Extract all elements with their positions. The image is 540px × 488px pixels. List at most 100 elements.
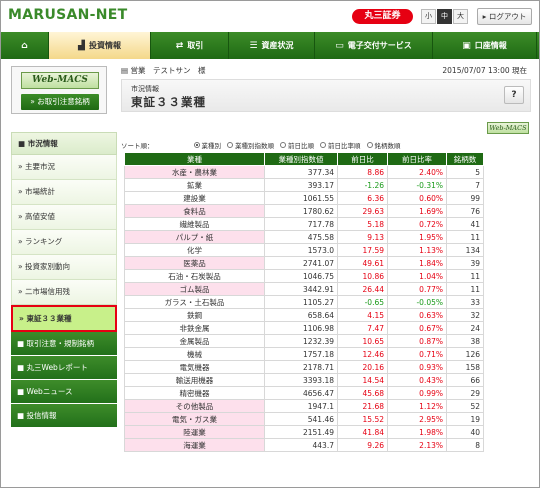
web-macs-small-logo[interactable]: Web-MACS (487, 122, 529, 134)
sidebar-group-3[interactable]: ■ 投信情報 (11, 404, 117, 428)
change-pct-cell: 1.12% (387, 399, 447, 413)
sort-option-3[interactable]: 前日比率順 (320, 140, 361, 150)
radio-icon[interactable] (193, 142, 200, 148)
sector-name-cell[interactable]: 精密機器 (124, 386, 265, 400)
nav-tab-4[interactable]: ▭ 電子交付サービス (315, 32, 433, 59)
radio-icon[interactable] (280, 142, 286, 148)
change-cell: 7.47 (337, 321, 388, 335)
change-pct-cell: 1.04% (387, 269, 447, 283)
account-icon: ▣ (462, 40, 471, 51)
index-cell: 2178.71 (264, 360, 338, 374)
nav-tab-1[interactable]: ▟ 投資情報 (49, 32, 151, 59)
table-header-row: 業種 業種別指数値 前日比 前日比率 銘柄数 (124, 152, 484, 166)
sidebar-group-1[interactable]: ■ 丸三Webレポート (11, 356, 117, 380)
radio-icon[interactable] (227, 142, 233, 148)
sector-name-cell[interactable]: ゴム製品 (124, 282, 265, 296)
nav-tab-2[interactable]: ⇄ 取引 (151, 32, 229, 59)
change-pct-cell: 1.98% (387, 425, 447, 439)
sidebar-section-market[interactable]: ■ 市況情報 (11, 132, 117, 155)
change-cell: 8.86 (337, 165, 388, 179)
sidebar-item-3[interactable]: » ランキング (11, 230, 117, 255)
table-row: パルプ・紙 475.58 9.13 1.95% 11 (124, 230, 484, 244)
column-header[interactable]: 前日比 (337, 152, 388, 166)
logout-button[interactable]: ▸ ログアウト (477, 8, 532, 25)
sidebar-item-2[interactable]: » 高値安値 (11, 205, 117, 230)
sector-name-cell[interactable]: 陸運業 (124, 425, 265, 439)
sector-name-cell[interactable]: 電気機器 (124, 360, 265, 374)
table-row: 非鉄金属 1106.98 7.47 0.67% 24 (124, 321, 484, 335)
sector-name-cell[interactable]: 石油・石炭製品 (124, 269, 265, 283)
sector-name-cell[interactable]: 医薬品 (124, 256, 265, 270)
count-cell: 11 (446, 230, 484, 244)
sidebar-item-4[interactable]: » 投資家別動向 (11, 255, 117, 280)
change-pct-cell: 0.60% (387, 191, 447, 205)
sector-name-cell[interactable]: 鉱業 (124, 178, 265, 192)
count-cell: 11 (446, 282, 484, 296)
count-cell: 7 (446, 178, 484, 192)
nav-tab-0[interactable]: ⌂ (1, 32, 49, 59)
change-pct-cell: -0.31% (387, 178, 447, 192)
column-header[interactable]: 銘柄数 (446, 152, 484, 166)
sector-name-cell[interactable]: 輸送用機器 (124, 373, 265, 387)
sector-name-cell[interactable]: 海運業 (124, 438, 265, 452)
column-header[interactable]: 前日比率 (387, 152, 447, 166)
sort-option-2[interactable]: 前日比順 (280, 140, 314, 150)
sector-name-cell[interactable]: 食料品 (124, 204, 265, 218)
column-header[interactable]: 業種別指数値 (264, 152, 338, 166)
index-cell: 2151.49 (264, 425, 338, 439)
sector-name-cell[interactable]: 金属製品 (124, 334, 265, 348)
sidebar-item-1[interactable]: » 市場統計 (11, 180, 117, 205)
nav-tab-3[interactable]: ☰ 資産状況 (229, 32, 315, 59)
side-menu: ■ 市況情報 » 主要市況» 市場統計» 高値安値» ランキング» 投資家別動向… (11, 132, 117, 428)
font-size-large-button[interactable]: 大 (453, 9, 468, 24)
change-cell: 4.15 (337, 308, 388, 322)
sector-name-cell[interactable]: 水産・農林業 (124, 165, 265, 179)
sort-option-label: 前日比順 (288, 142, 314, 150)
sector-name-cell[interactable]: パルプ・紙 (124, 230, 265, 244)
font-size-medium-button[interactable]: 中 (437, 9, 452, 24)
sector-name-cell[interactable]: 化学 (124, 243, 265, 257)
change-pct-cell: 0.63% (387, 308, 447, 322)
sort-option-4[interactable]: 銘柄数順 (366, 140, 401, 150)
radio-icon[interactable] (320, 142, 326, 148)
index-cell: 1046.75 (264, 269, 338, 283)
index-cell: 475.58 (264, 230, 338, 244)
table-row: ゴム製品 3442.91 26.44 0.77% 11 (124, 282, 484, 296)
web-macs-logo[interactable]: Web-MACS (21, 72, 99, 89)
user-icon: ▤ (121, 66, 129, 75)
main-nav: ⌂ ▟ 投資情報 ⇄ 取引 ☰ 資産状況 ▭ 電子交付サービス ▣ 口座情報 (1, 32, 539, 59)
sector-name-cell[interactable]: 繊維製品 (124, 217, 265, 231)
sidebar-group-2[interactable]: ■ Webニュース (11, 380, 117, 404)
table-row: 海運業 443.7 9.26 2.13% 8 (124, 438, 484, 452)
nav-tab-label: 電子交付サービス (347, 41, 412, 50)
caution-stocks-button[interactable]: » お取引注意銘柄 (21, 94, 99, 110)
change-cell: 5.18 (337, 217, 388, 231)
nav-tab-5[interactable]: ▣ 口座情報 (433, 32, 537, 59)
count-cell: 5 (446, 165, 484, 179)
chart-icon: ▟ (78, 40, 85, 51)
sector-name-cell[interactable]: ガラス・土石製品 (124, 295, 265, 309)
sector-name-cell[interactable]: その他製品 (124, 399, 265, 413)
sidebar-item-5[interactable]: » 二市場信用残 (11, 280, 117, 305)
table-body: 水産・農林業 377.34 8.86 2.40% 5 鉱業 393.17 -1.26 -0.31… (124, 165, 484, 452)
sector-name-cell[interactable]: 非鉄金属 (124, 321, 265, 335)
sort-option-0[interactable]: 業種別 (193, 140, 221, 150)
sector-name-cell[interactable]: 機械 (124, 347, 265, 361)
sidebar-item-tse33[interactable]: » 東証３３業種 (11, 305, 117, 332)
change-pct-cell: 0.87% (387, 334, 447, 348)
sort-option-1[interactable]: 業種別指数順 (227, 140, 274, 150)
index-cell: 541.46 (264, 412, 338, 426)
index-cell: 1105.27 (264, 295, 338, 309)
help-button[interactable]: ? (504, 86, 524, 104)
sector-name-cell[interactable]: 鉄鋼 (124, 308, 265, 322)
font-size-small-button[interactable]: 小 (421, 9, 436, 24)
column-header[interactable]: 業種 (124, 152, 265, 166)
table-row: 金属製品 1232.39 10.65 0.87% 38 (124, 334, 484, 348)
radio-icon[interactable] (366, 142, 373, 148)
sidebar-item-0[interactable]: » 主要市況 (11, 155, 117, 180)
sector-name-cell[interactable]: 電気・ガス業 (124, 412, 265, 426)
sector-name-cell[interactable]: 建設業 (124, 191, 265, 205)
sidebar-group-0[interactable]: ■ 取引注意・規制銘柄 (11, 332, 117, 356)
count-cell: 38 (446, 334, 484, 348)
site-logo[interactable]: MARUSAN-NET (8, 7, 128, 23)
